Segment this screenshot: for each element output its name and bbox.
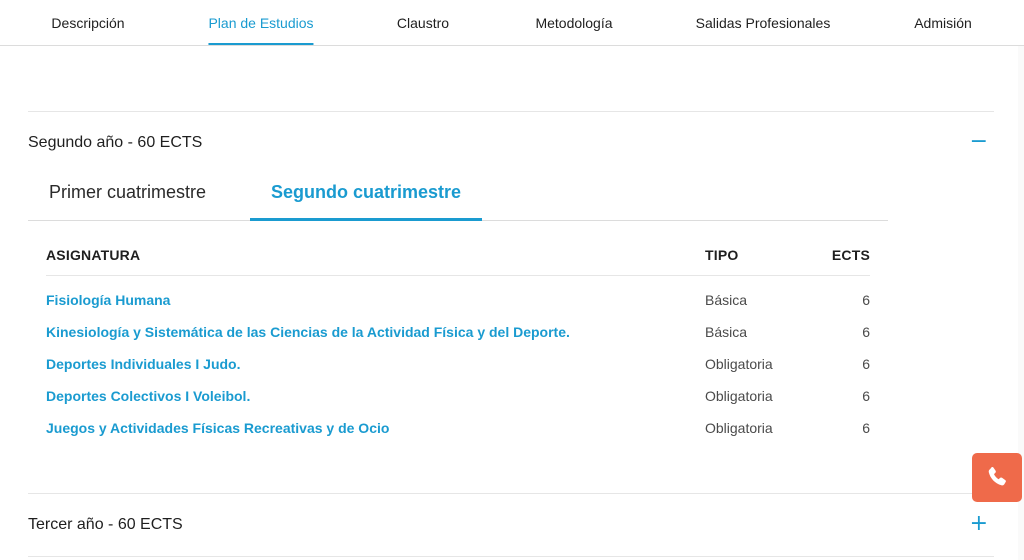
nav-tab-descripcion[interactable]: Descripción (51, 0, 124, 46)
subject-ects: 6 (862, 356, 870, 372)
page: Descripción Plan de Estudios Claustro Me… (0, 0, 1024, 560)
table-row: Juegos y Actividades Físicas Recreativas… (46, 404, 870, 436)
call-button[interactable] (972, 453, 1022, 502)
subject-type: Básica (705, 292, 748, 308)
table-row: Kinesiología y Sistemática de las Cienci… (46, 308, 870, 340)
tab-segundo-cuatrimestre[interactable]: Segundo cuatrimestre (250, 170, 483, 221)
nav-tab-metodologia[interactable]: Metodología (535, 0, 612, 46)
table-header: ASIGNATURA TIPO ECTS (46, 238, 870, 276)
subject-ects: 6 (862, 388, 870, 404)
subject-link[interactable]: Deportes Colectivos I Voleibol. (46, 388, 250, 404)
accordion-title: Tercer año - 60 ECTS (28, 516, 183, 533)
divider (28, 493, 994, 494)
accordion-header-second-year[interactable]: Segundo año - 60 ECTS − (28, 126, 994, 160)
table-row: Deportes Individuales I Judo. Obligatori… (46, 340, 870, 372)
accordion-title: Segundo año - 60 ECTS (28, 134, 203, 151)
semester-tabs: Primer cuatrimestre Segundo cuatrimestre (28, 170, 888, 221)
subject-ects: 6 (862, 324, 870, 340)
nav-tab-claustro[interactable]: Claustro (397, 0, 449, 46)
subject-link[interactable]: Kinesiología y Sistemática de las Cienci… (46, 324, 570, 340)
table-row: Fisiología Humana Básica 6 (46, 276, 870, 308)
subject-type: Obligatoria (705, 356, 773, 372)
column-header-asignatura: ASIGNATURA (46, 247, 141, 263)
subject-ects: 6 (862, 420, 870, 436)
tab-primer-cuatrimestre[interactable]: Primer cuatrimestre (28, 170, 227, 220)
subject-link[interactable]: Fisiología Humana (46, 292, 170, 308)
subject-ects: 6 (862, 292, 870, 308)
column-header-tipo: TIPO (705, 247, 739, 263)
subject-type: Obligatoria (705, 388, 773, 404)
subject-link[interactable]: Deportes Individuales I Judo. (46, 356, 240, 372)
nav-tab-plan-de-estudios[interactable]: Plan de Estudios (208, 0, 314, 46)
accordion-header-third-year[interactable]: Tercer año - 60 ECTS + (28, 508, 994, 542)
expand-icon[interactable]: + (970, 510, 988, 538)
subject-type: Básica (705, 324, 748, 340)
top-navigation: Descripción Plan de Estudios Claustro Me… (0, 0, 1024, 46)
table-row: Deportes Colectivos I Voleibol. Obligato… (46, 372, 870, 404)
nav-tab-salidas-profesionales[interactable]: Salidas Profesionales (696, 0, 831, 46)
phone-icon (988, 466, 1006, 486)
column-header-ects: ECTS (831, 247, 870, 263)
collapse-icon[interactable]: − (970, 128, 988, 156)
divider (28, 111, 994, 112)
subject-type: Obligatoria (705, 420, 773, 436)
subject-link[interactable]: Juegos y Actividades Físicas Recreativas… (46, 420, 389, 436)
divider (28, 556, 994, 557)
nav-tab-admision[interactable]: Admisión (914, 0, 972, 46)
subjects-table: ASIGNATURA TIPO ECTS Fisiología Humana B… (46, 238, 870, 436)
